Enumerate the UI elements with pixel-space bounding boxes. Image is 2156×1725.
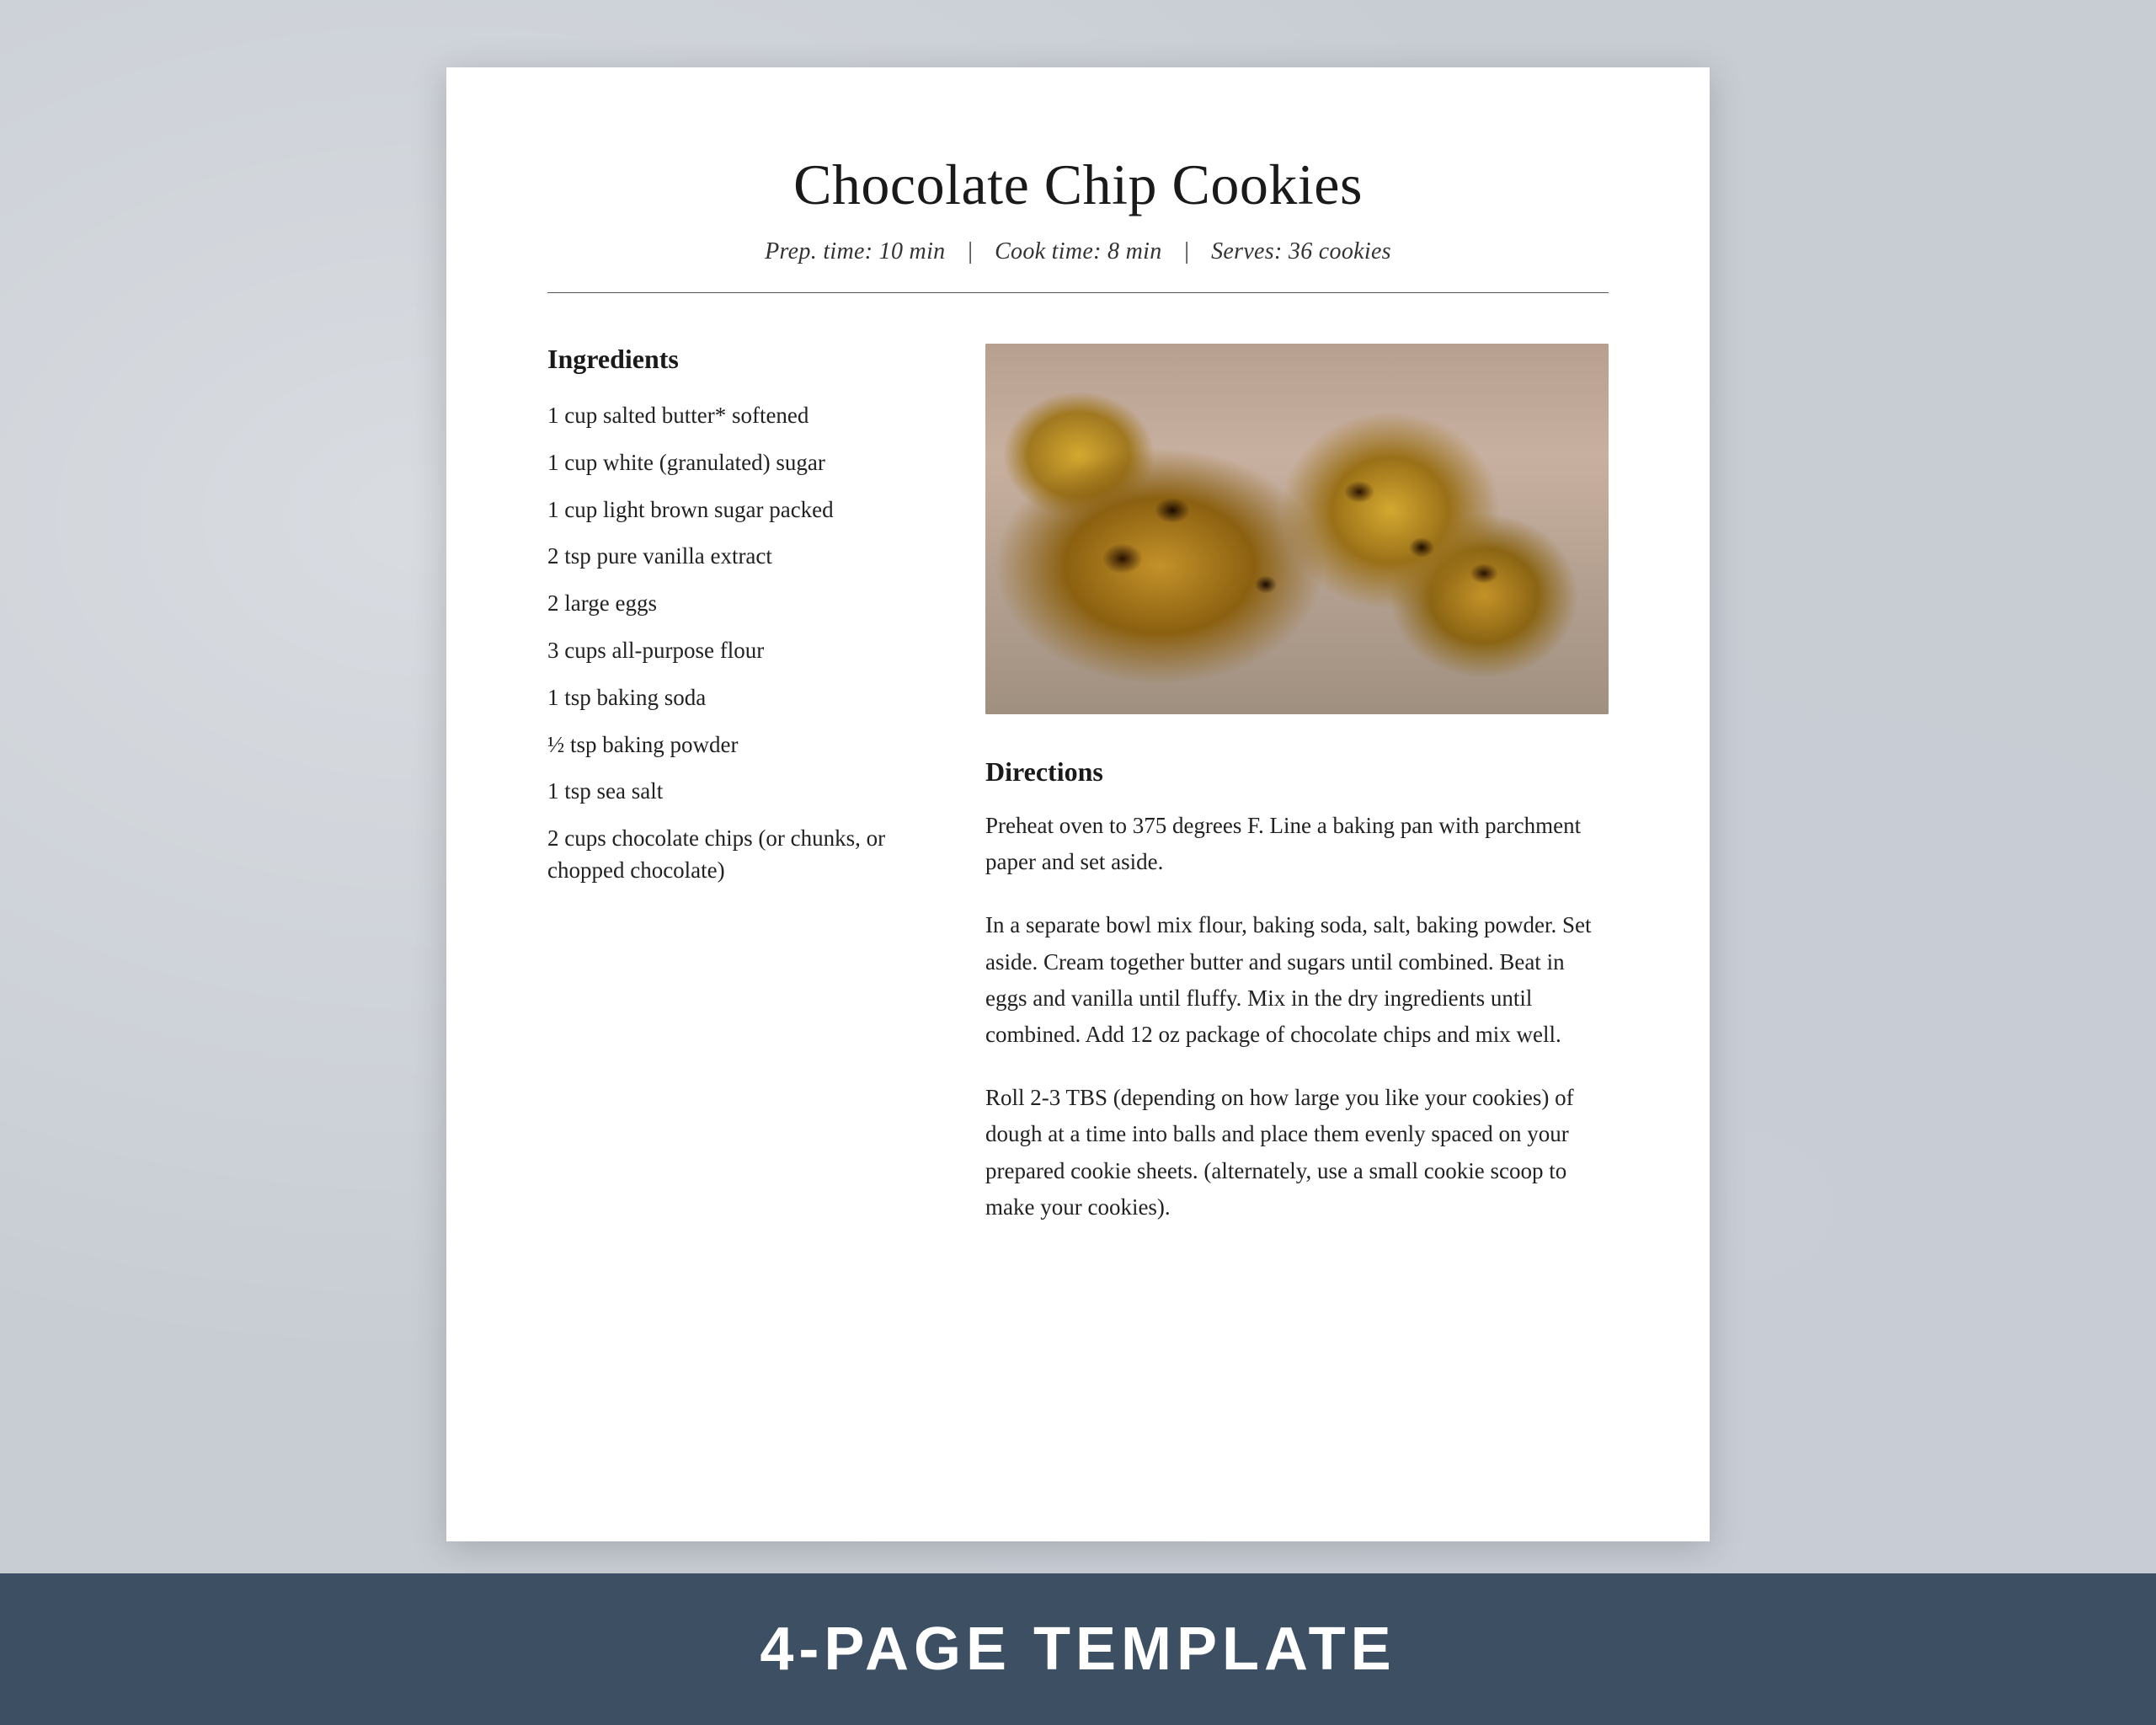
directions-section: Directions Preheat oven to 375 degrees F…: [985, 756, 1609, 1226]
ingredient-item-1: 1 cup salted butter* softened: [547, 400, 935, 432]
ingredient-item-8: ½ tsp baking powder: [547, 729, 935, 761]
directions-para-2: In a separate bowl mix flour, baking sod…: [985, 907, 1609, 1053]
ingredient-item-5: 2 large eggs: [547, 588, 935, 620]
directions-para-1: Preheat oven to 375 degrees F. Line a ba…: [985, 808, 1609, 880]
cook-time: Cook time: 8 min: [995, 238, 1161, 264]
ingredient-item-9: 1 tsp sea salt: [547, 776, 935, 808]
right-column: Directions Preheat oven to 375 degrees F…: [985, 344, 1609, 1252]
recipe-title: Chocolate Chip Cookies: [547, 152, 1609, 218]
divider: [547, 292, 1609, 293]
ingredient-item-2: 1 cup white (granulated) sugar: [547, 447, 935, 479]
prep-time: Prep. time: 10 min: [765, 238, 945, 264]
directions-label: Directions: [985, 756, 1609, 788]
ingredients-column: Ingredients 1 cup salted butter* softene…: [547, 344, 935, 902]
recipe-page: Chocolate Chip Cookies Prep. time: 10 mi…: [446, 67, 1710, 1541]
ingredient-item-6: 3 cups all-purpose flour: [547, 635, 935, 667]
recipe-body: Ingredients 1 cup salted butter* softene…: [547, 344, 1609, 1252]
ingredient-item-3: 1 cup light brown sugar packed: [547, 494, 935, 526]
ingredient-item-4: 2 tsp pure vanilla extract: [547, 541, 935, 573]
directions-para-3: Roll 2-3 TBS (depending on how large you…: [985, 1080, 1609, 1226]
ingredient-item-10: 2 cups chocolate chips (or chunks, or ch…: [547, 823, 935, 887]
ingredient-item-7: 1 tsp baking soda: [547, 682, 935, 714]
ingredients-label: Ingredients: [547, 344, 935, 375]
recipe-meta: Prep. time: 10 min | Cook time: 8 min | …: [547, 238, 1609, 265]
bottom-banner: 4-PAGE TEMPLATE: [0, 1573, 2156, 1725]
serves: Serves: 36 cookies: [1211, 238, 1391, 264]
banner-text: 4-PAGE TEMPLATE: [760, 1615, 1396, 1684]
cookie-image: [985, 344, 1609, 714]
